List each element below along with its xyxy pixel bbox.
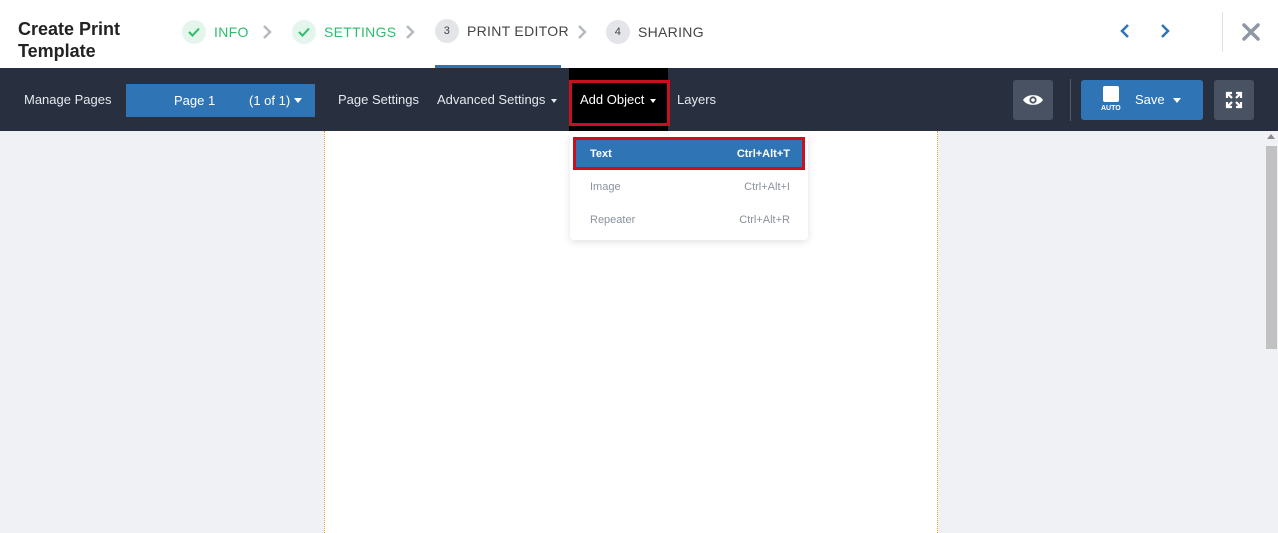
page-settings-button[interactable]: Page Settings: [338, 92, 419, 107]
autosave-checkbox[interactable]: [1103, 86, 1119, 102]
save-button[interactable]: AUTO Save: [1081, 80, 1203, 120]
advanced-settings-button[interactable]: Advanced Settings: [437, 92, 558, 107]
check-icon: [292, 20, 316, 44]
menu-item-highlight: [573, 137, 805, 170]
previous-button[interactable]: [1114, 20, 1136, 42]
page-title: Create Print Template: [18, 19, 121, 61]
step-sharing[interactable]: 4 SHARING: [606, 19, 704, 45]
step-print-editor[interactable]: 3 PRINT EDITOR: [435, 18, 569, 44]
step-settings[interactable]: SETTINGS: [292, 19, 396, 45]
divider: [1070, 79, 1071, 121]
expand-icon: [1225, 91, 1243, 109]
step-label: PRINT EDITOR: [467, 23, 569, 39]
page-select[interactable]: Page 1 (1 of 1): [126, 84, 315, 117]
menu-item-label: Image: [590, 181, 621, 193]
scrollbar-thumb[interactable]: [1266, 146, 1277, 349]
editor-toolbar: Manage Pages Page 1 (1 of 1) Page Settin…: [0, 68, 1278, 131]
wizard-header: Create Print Template INFO SETTINGS 3 PR…: [0, 0, 1278, 68]
caret-down-icon: [1173, 98, 1181, 103]
caret-down-icon: [294, 98, 302, 103]
step-number: 4: [606, 20, 630, 44]
menu-item-label: Repeater: [590, 214, 636, 226]
divider: [1222, 12, 1223, 52]
scroll-up-arrow[interactable]: [1267, 134, 1275, 139]
menu-item-shortcut: Ctrl+Alt+I: [744, 181, 790, 193]
menu-item-repeater[interactable]: Repeater Ctrl+Alt+R: [575, 205, 803, 234]
chevron-left-icon: [1120, 24, 1129, 38]
step-label: INFO: [214, 24, 249, 40]
next-button[interactable]: [1154, 20, 1176, 42]
fullscreen-button[interactable]: [1214, 80, 1254, 120]
step-info[interactable]: INFO: [182, 19, 249, 45]
chevron-right-icon: [1161, 24, 1170, 38]
autosave-label: AUTO: [1101, 105, 1121, 112]
step-label: SETTINGS: [324, 24, 397, 40]
manage-pages-button[interactable]: Manage Pages: [24, 92, 111, 107]
preview-button[interactable]: [1013, 80, 1053, 120]
eye-icon: [1023, 95, 1043, 105]
chevron-right-icon: [578, 25, 587, 39]
page-select-count: (1 of 1): [249, 93, 291, 108]
vertical-scrollbar[interactable]: [1265, 131, 1278, 533]
check-icon: [182, 20, 206, 44]
add-object-highlight: [569, 80, 670, 126]
step-label: SHARING: [638, 24, 704, 40]
page-select-label: Page 1: [174, 93, 216, 108]
caret-down-icon: [551, 98, 558, 103]
close-icon: [1242, 23, 1260, 41]
chevron-right-icon: [406, 25, 415, 39]
advanced-settings-label: Advanced Settings: [437, 92, 546, 107]
step-number: 3: [435, 19, 459, 43]
menu-item-shortcut: Ctrl+Alt+R: [739, 214, 790, 226]
save-label: Save: [1135, 92, 1165, 107]
close-button[interactable]: [1239, 20, 1263, 44]
chevron-right-icon: [263, 25, 272, 39]
layers-button[interactable]: Layers: [677, 92, 716, 107]
menu-item-image[interactable]: Image Ctrl+Alt+I: [575, 172, 803, 201]
